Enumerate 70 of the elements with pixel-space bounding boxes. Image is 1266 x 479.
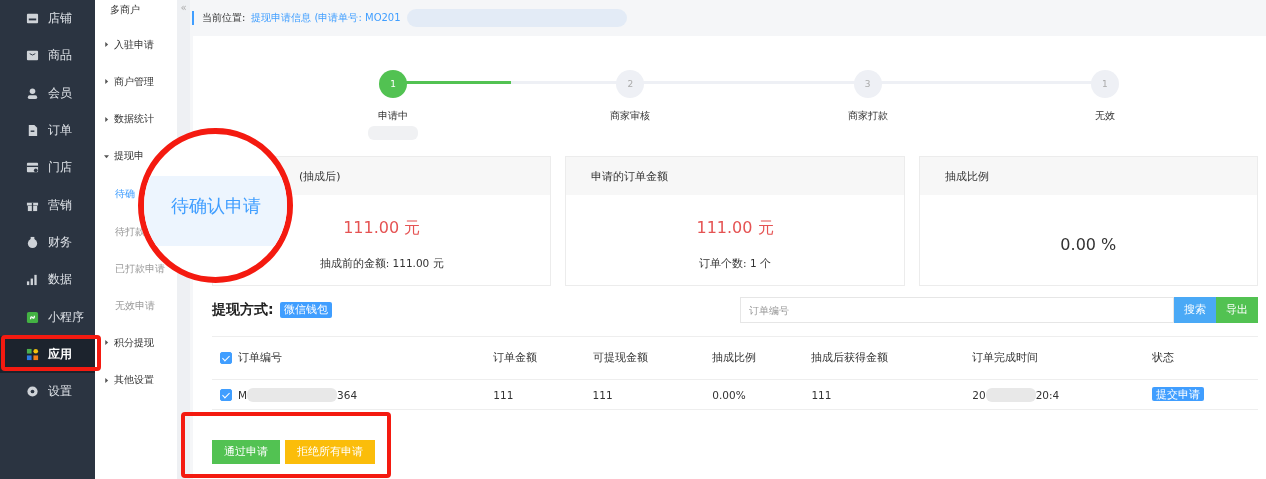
column-header: 可提现金额 [592,351,648,365]
sidebar-item[interactable]: 会员 [0,74,95,112]
table-cell: 111 [592,388,613,401]
settings-icon [26,385,39,399]
card-note: 订单个数: 1 个 [699,256,771,271]
submenu-item[interactable]: 提现申 [95,149,144,164]
column-header: 抽成后获得金额 [811,351,889,365]
card-title: 申请的订单金额 [591,168,669,184]
submenu-item[interactable]: 其他设置 [95,372,154,388]
step-number: 1 [379,70,407,98]
submenu-title: 多商户 [109,3,141,17]
card-title: (抽成后) [299,168,341,184]
step-label: 申请中 [378,109,408,123]
card-value: 111.00 元 [343,217,421,239]
column-header: 订单完成时间 [972,351,1039,365]
step-label: 商家审核 [610,109,651,123]
checkbox[interactable] [220,352,232,364]
table-cell: 20 [972,388,986,401]
step-number: 2 [616,70,645,98]
step-number: 1 [1091,70,1119,98]
caret-right-icon [104,79,109,85]
shop-icon [26,161,39,175]
caret-right-icon [104,340,109,346]
sidebar-item[interactable]: 商品 [0,37,95,75]
card-value: 0.00 % [1060,234,1117,254]
payment-tag: 微信钱包 [279,302,332,318]
column-header: 状态 [1151,351,1174,365]
table-cell: 111 [811,388,832,401]
submenu-item[interactable]: 积分提现 [95,335,154,351]
document-icon [26,124,39,138]
apps-icon [26,347,39,361]
magnified-label: 待确认申请 [170,193,261,218]
submenu-item[interactable]: 入驻申请 [95,37,154,53]
caret-right-icon [104,377,109,383]
sidebar-item[interactable]: 营销 [0,186,95,224]
sidebar-item[interactable]: 店铺 [0,0,95,38]
table-cell: 0.00% [712,388,746,401]
card-title: 抽成比例 [944,168,989,184]
mini-program-icon [26,310,39,324]
sidebar-item[interactable]: 门店 [0,149,95,187]
person-icon [26,86,39,100]
submenu-item[interactable]: 商户管理 [95,74,154,90]
table-cell: 364 [337,388,358,401]
submenu-item[interactable]: 数据统计 [95,111,154,127]
table-cell: 111 [493,388,514,401]
card-value: 111.00 元 [696,217,774,239]
step-label: 无效 [1095,109,1115,123]
sidebar-item[interactable]: 小程序 [0,298,95,336]
checkbox[interactable] [220,388,232,401]
step-label: 商家打款 [847,109,888,123]
column-header: 订单金额 [493,351,538,365]
bar-chart-icon [26,273,39,287]
status-badge: 提交申请 [1151,386,1204,401]
table-cell: 20:4 [1035,388,1060,401]
sidebar-item[interactable]: 设置 [0,372,95,411]
card-note: 抽成前的金额: 111.00 元 [319,256,444,271]
caret-right-icon [104,42,109,48]
breadcrumb-label: 当前位置: [192,11,246,25]
step-number: 3 [853,70,882,98]
sidebar-item[interactable]: 订单 [0,111,95,150]
search-field[interactable]: 订单编号 [740,297,1174,323]
column-header: 抽成比例 [712,351,757,365]
table-cell: M [238,388,248,401]
column-header: 订单编号 [238,351,282,365]
caret-right-icon [104,116,109,122]
caret-down-icon [104,154,109,159]
store-icon [26,12,39,26]
sidebar-item[interactable]: 数据 [0,261,95,299]
payment-label: 提现方式: [212,301,274,319]
sidebar-item[interactable]: 财务 [0,223,95,262]
